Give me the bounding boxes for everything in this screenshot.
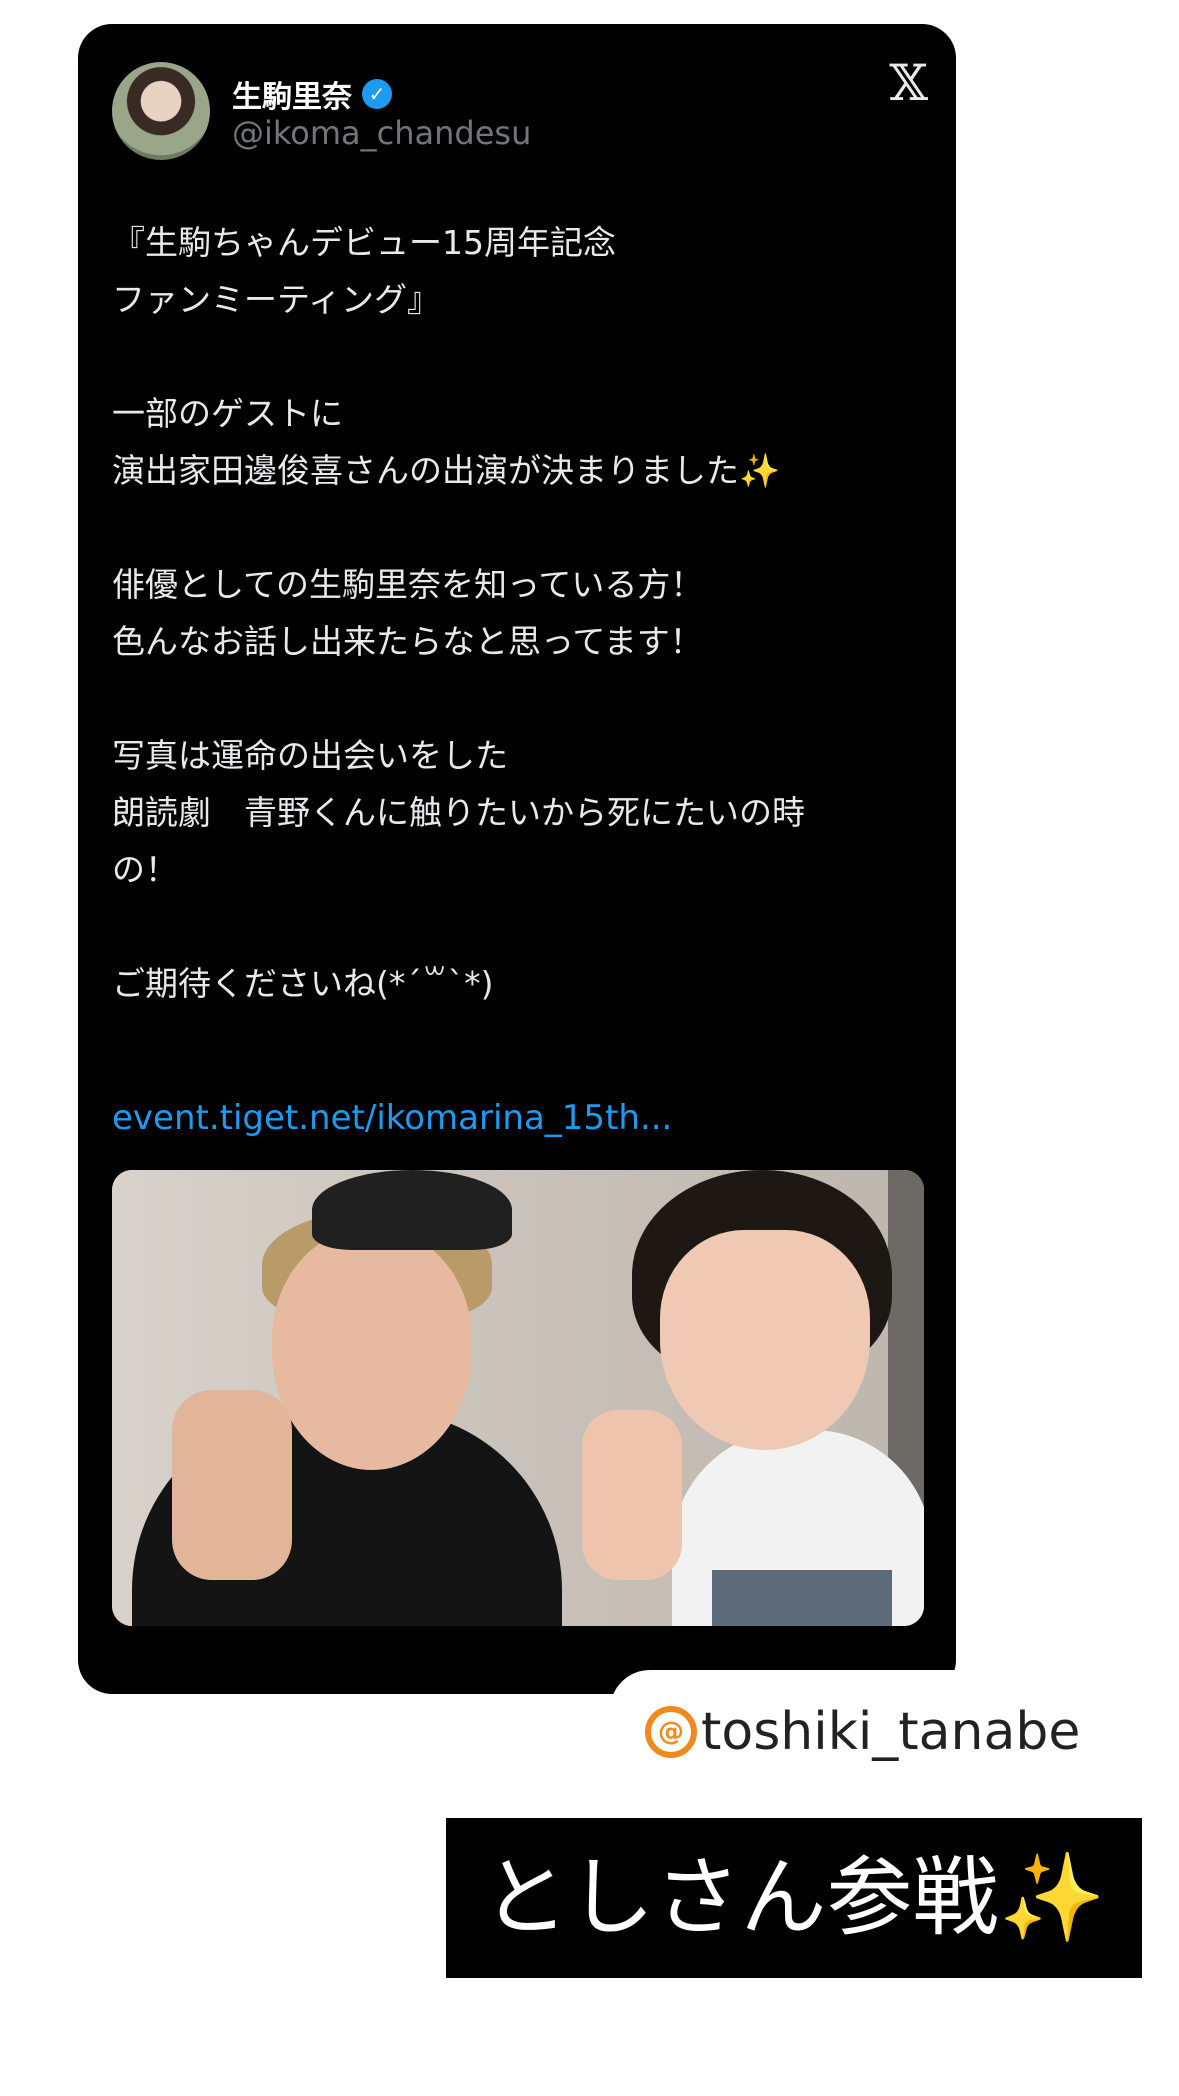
- tweet-paragraph: 『生駒ちゃんデビュー15周年記念 ファンミーティング』: [112, 214, 932, 328]
- threads-handle[interactable]: @ toshiki_tanabe: [645, 1706, 1080, 1758]
- tweet-line: ご期待くださいね(*´꒳`*): [112, 964, 494, 1003]
- embedded-tweet-card[interactable]: 生駒里奈 ✓ @ikoma_chandesu 𝕏 『生駒ちゃんデビュー15周年記…: [78, 24, 956, 1694]
- event-link[interactable]: event.tiget.net/ikomarina_15th...: [112, 1090, 672, 1147]
- tweet-line: ファンミーティング』: [112, 280, 441, 319]
- caption-text: としさん参戦✨: [482, 1848, 1106, 1948]
- person-left-face: [272, 1230, 472, 1470]
- threads-icon: @: [645, 1706, 697, 1758]
- display-name[interactable]: 生駒里奈: [232, 72, 352, 116]
- person-left-cap: [312, 1170, 512, 1250]
- tweet-line: 一部のゲストに: [112, 394, 343, 433]
- person-right-face: [660, 1230, 870, 1450]
- tweet-line: 色んなお話し出来たらなと思ってます！: [112, 622, 703, 661]
- tweet-photo[interactable]: [112, 1170, 924, 1626]
- tweet-paragraph: 俳優としての生駒里奈を知っている方！ 色んなお話し出来たらなと思ってます！: [112, 556, 932, 670]
- avatar[interactable]: [112, 62, 210, 160]
- tweet-paragraph: ご期待くださいね(*´꒳`*): [112, 955, 932, 1012]
- tweet-text: 『生駒ちゃんデビュー15周年記念 ファンミーティング』 一部のゲストに 演出家田…: [112, 214, 932, 1069]
- author-name-row: 生駒里奈 ✓: [232, 72, 392, 116]
- tweet-line: 俳優としての生駒里奈を知っている方！: [112, 565, 704, 604]
- x-logo-icon[interactable]: 𝕏: [889, 58, 928, 108]
- caption-box: としさん参戦✨: [446, 1818, 1142, 1978]
- verified-badge-icon: ✓: [362, 79, 392, 109]
- tweet-line: 『生駒ちゃんデビュー15周年記念: [112, 223, 616, 262]
- tweet-line: 写真は運命の出会いをした: [112, 736, 508, 775]
- tweet-line: 朗読劇 青野くんに触りたいから死にたいの時: [112, 793, 805, 832]
- tweet-paragraph: 写真は運命の出会いをした 朗読劇 青野くんに触りたいから死にたいの時 の！: [112, 727, 932, 898]
- person-right-peace-hand: [582, 1410, 682, 1580]
- threads-handle-text: toshiki_tanabe: [701, 1702, 1081, 1762]
- tweet-line: 演出家田邊俊喜さんの出演が決まりました✨: [112, 451, 781, 490]
- tweet-paragraph: 一部のゲストに 演出家田邊俊喜さんの出演が決まりました✨: [112, 385, 932, 499]
- user-handle[interactable]: @ikoma_chandesu: [232, 114, 531, 152]
- person-right-shirt-print: [712, 1570, 892, 1626]
- person-left-peace-hand: [172, 1390, 292, 1580]
- tweet-line: の！: [112, 850, 178, 889]
